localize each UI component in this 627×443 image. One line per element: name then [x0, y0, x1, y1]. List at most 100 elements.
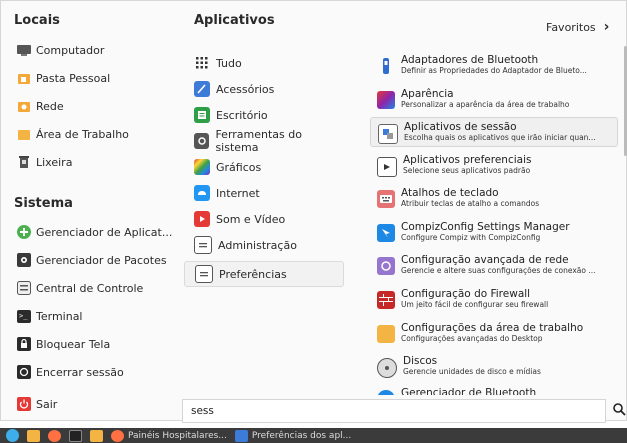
app-item-highlighted[interactable]: Aplicativos de sessão Escolha quais os ap…: [370, 117, 618, 147]
trash-icon: [17, 155, 31, 169]
system-package-manager[interactable]: Gerenciador de Pacotes: [17, 248, 167, 272]
app-name: Gerenciador de Bluetooth: [401, 387, 537, 395]
taskbar-launcher[interactable]: [69, 428, 82, 443]
app-item[interactable]: CompizConfig Settings Manager Configure C…: [370, 218, 618, 248]
logout-icon: [17, 365, 31, 379]
administration-icon: [194, 236, 212, 254]
taskbar-window-preferences[interactable]: Preferências dos apl...: [234, 428, 351, 443]
category-preferencias[interactable]: Preferências: [184, 261, 344, 287]
place-rede[interactable]: Rede: [17, 94, 64, 118]
category-administracao[interactable]: Administração: [184, 232, 344, 258]
office-icon: [194, 107, 210, 123]
system-logout[interactable]: Encerrar sessão: [17, 360, 124, 384]
app-desc: Gerencie unidades de disco e mídias: [403, 367, 541, 376]
power-icon: [17, 397, 31, 411]
system-item-label: Sair: [36, 397, 58, 411]
preferred-apps-icon: [377, 157, 397, 177]
category-label: Tudo: [216, 56, 242, 70]
app-item[interactable]: Gerenciador de Bluetooth: [370, 384, 618, 395]
system-item-label: Central de Controle: [36, 281, 144, 295]
category-label: Escritório: [216, 108, 268, 122]
svg-text:>_: >_: [19, 312, 28, 320]
system-item-label: Encerrar sessão: [36, 365, 124, 379]
app-name: Aparência: [401, 88, 454, 100]
place-computador[interactable]: Computador: [17, 38, 104, 62]
system-item-label: Gerenciador de Pacotes: [36, 253, 167, 267]
compiz-icon: [377, 224, 395, 242]
place-area-de-trabalho[interactable]: Área de Trabalho: [17, 122, 129, 146]
app-item[interactable]: Aplicativos preferenciais Selecione seus …: [370, 151, 618, 181]
system-control-center[interactable]: Central de Controle: [17, 276, 143, 300]
terminal-icon: >_: [17, 309, 31, 323]
control-center-icon: [17, 281, 31, 295]
graphics-icon: [194, 159, 210, 175]
category-tudo[interactable]: Tudo: [184, 50, 344, 76]
system-terminal[interactable]: >_ Terminal: [17, 304, 83, 328]
category-som-e-video[interactable]: Som e Vídeo: [184, 206, 344, 232]
app-desc: Configurações avançadas do Desktop: [401, 334, 543, 343]
category-ferramentas[interactable]: Ferramentas do sistema: [184, 128, 344, 154]
system-software-manager[interactable]: Gerenciador de Aplicat...: [17, 220, 172, 244]
app-item[interactable]: Configurações da área de trabalho Configu…: [370, 319, 618, 349]
place-label: Pasta Pessoal: [36, 71, 111, 85]
application-menu: Locais Computador Pasta Pessoal Rede Áre…: [0, 0, 627, 423]
app-name: Configurações da área de trabalho: [401, 322, 584, 334]
disks-icon: [377, 358, 397, 378]
category-graficos[interactable]: Gráficos: [184, 154, 344, 180]
taskbar-launcher[interactable]: [27, 428, 40, 443]
app-list: Adaptadores de Bluetooth Definir as Propr…: [370, 51, 622, 395]
category-label: Som e Vídeo: [216, 212, 286, 226]
grid-icon: [194, 55, 210, 71]
app-name: Aplicativos preferenciais: [403, 154, 532, 166]
category-label: Internet: [216, 186, 260, 200]
system-quit[interactable]: Sair: [17, 392, 57, 416]
taskbar-window-firefox[interactable]: Painéis Hospitalares...: [111, 428, 227, 443]
preferences-icon: [234, 429, 248, 442]
place-pasta-pessoal[interactable]: Pasta Pessoal: [17, 66, 110, 90]
firefox-icon: [111, 429, 124, 442]
chevron-right-icon: ›: [603, 19, 610, 35]
start-menu-icon: [6, 429, 19, 442]
app-item[interactable]: Discos Gerencie unidades de disco e mídia…: [370, 352, 618, 382]
search-input[interactable]: sess: [182, 399, 606, 423]
multimedia-icon: [194, 211, 210, 227]
category-label: Preferências: [219, 267, 287, 281]
app-name: Aplicativos de sessão: [404, 121, 517, 133]
place-label: Rede: [36, 99, 64, 113]
category-escritorio[interactable]: Escritório: [184, 102, 344, 128]
taskbar-window-label: Painéis Hospitalares...: [128, 430, 227, 441]
place-label: Área de Trabalho: [36, 127, 129, 141]
system-item-label: Gerenciador de Aplicat...: [36, 225, 173, 239]
taskbar-launcher[interactable]: [90, 428, 103, 443]
categories-title: Aplicativos: [194, 13, 275, 28]
search-value: sess: [191, 405, 214, 417]
firewall-icon: [377, 291, 395, 309]
lock-icon: [17, 337, 31, 351]
app-name: Configuração avançada de rede: [401, 254, 569, 266]
app-item[interactable]: Configuração do Firewall Um jeito fácil d…: [370, 285, 618, 315]
app-item[interactable]: Atalhos de teclado Atribuir teclas de ata…: [370, 184, 618, 214]
app-desc: Definir as Propriedades do Adaptador de …: [401, 66, 587, 75]
taskbar-launcher[interactable]: [48, 428, 61, 443]
favorites-button[interactable]: Favoritos ›: [546, 19, 609, 35]
app-desc: Gerencie e altere suas configurações de …: [401, 266, 596, 275]
system-item-label: Bloquear Tela: [36, 337, 111, 351]
app-item[interactable]: Configuração avançada de rede Gerencie e …: [370, 251, 618, 281]
session-apps-icon: [378, 124, 398, 144]
software-manager-icon: [17, 225, 31, 239]
place-lixeira[interactable]: Lixeira: [17, 150, 72, 174]
taskbar-start-menu[interactable]: [6, 428, 19, 443]
app-item[interactable]: Adaptadores de Bluetooth Definir as Propr…: [370, 51, 618, 81]
app-item[interactable]: Aparência Personalizar a aparência da áre…: [370, 85, 618, 115]
system-lock-screen[interactable]: Bloquear Tela: [17, 332, 110, 356]
category-label: Administração: [218, 238, 297, 252]
preferences-icon: [195, 265, 213, 283]
category-acessorios[interactable]: Acessórios: [184, 76, 344, 102]
app-desc: Atribuir teclas de atalho a comandos: [401, 199, 540, 208]
bluetooth-manager-icon: [377, 390, 395, 395]
category-label: Gráficos: [216, 160, 262, 174]
category-internet[interactable]: Internet: [184, 180, 344, 206]
search-icon[interactable]: [613, 403, 626, 420]
app-name: CompizConfig Settings Manager: [401, 221, 570, 233]
desktop-folder-icon: [17, 127, 31, 141]
